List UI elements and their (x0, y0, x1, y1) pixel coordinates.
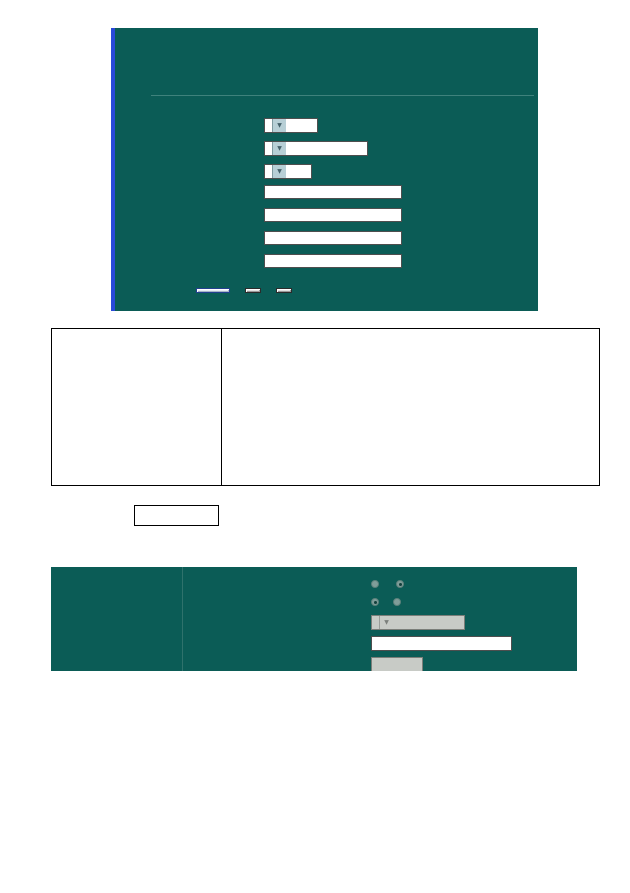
encryption-key-3-input[interactable] (264, 231, 402, 245)
chevron-down-icon: ▼ (272, 165, 286, 178)
encryption-key-1-input[interactable] (264, 185, 402, 199)
encryption-key-4-wrap (264, 254, 402, 268)
default-tx-key-select[interactable]: ▼ (264, 164, 312, 179)
pre-shared-key-format-wrap: ▼ (371, 615, 465, 634)
upper-table (51, 328, 600, 486)
key-length-value (265, 119, 272, 132)
key-format-value (265, 142, 272, 155)
reset-button[interactable] (276, 288, 292, 293)
key-length-select[interactable]: ▼ (264, 118, 318, 133)
encryption-key-2-input[interactable] (264, 208, 402, 222)
apply-changes-button[interactable] (196, 288, 230, 293)
radio-indicator-icon (396, 580, 404, 588)
pre-shared-key-input[interactable] (371, 636, 512, 651)
radio-indicator-icon (393, 598, 401, 606)
radio-indicator-icon (371, 598, 379, 606)
pre-shared-key-wrap (371, 636, 512, 651)
encryption-key-3-wrap (264, 231, 402, 245)
wpa-settings-panel: ▼ (51, 567, 577, 671)
divider (151, 95, 534, 96)
wpa-panel-divider (182, 567, 183, 671)
table-cell-left (52, 329, 221, 485)
chevron-down-icon: ▼ (272, 119, 286, 132)
pre-shared-key-format-value (372, 616, 379, 629)
button-bar (196, 280, 303, 298)
encryption-key-2-wrap (264, 208, 402, 222)
radio-tkip[interactable] (371, 598, 382, 606)
encryption-key-1-wrap (264, 185, 402, 199)
radio-personal-psk[interactable] (396, 580, 407, 588)
table-cell-right (222, 329, 599, 485)
key-format-select[interactable]: ▼ (264, 141, 368, 156)
chevron-down-icon: ▼ (379, 616, 393, 629)
radio-indicator-icon (371, 580, 379, 588)
default-tx-key-value (265, 165, 272, 178)
radio-aes[interactable] (393, 598, 404, 606)
key-length-select-wrap: ▼ (264, 118, 318, 137)
wpa-cipher-suite-radio-group (371, 598, 404, 606)
group-key-life-time-wrap (371, 657, 428, 671)
small-empty-box (134, 505, 219, 526)
pre-shared-key-format-select[interactable]: ▼ (371, 615, 465, 630)
wpa-auth-mode-radio-group (371, 580, 407, 588)
encryption-key-4-input[interactable] (264, 254, 402, 268)
chevron-down-icon: ▼ (272, 142, 286, 155)
wireless-wep-key-setup-panel: ▼ ▼ ▼ (111, 28, 538, 311)
group-key-life-time-input[interactable] (371, 657, 423, 671)
panel-accent-stripe (111, 28, 115, 311)
radio-enterprise-radius[interactable] (371, 580, 382, 588)
default-tx-key-select-wrap: ▼ (264, 164, 312, 183)
key-format-select-wrap: ▼ (264, 141, 368, 160)
close-button[interactable] (245, 288, 261, 293)
